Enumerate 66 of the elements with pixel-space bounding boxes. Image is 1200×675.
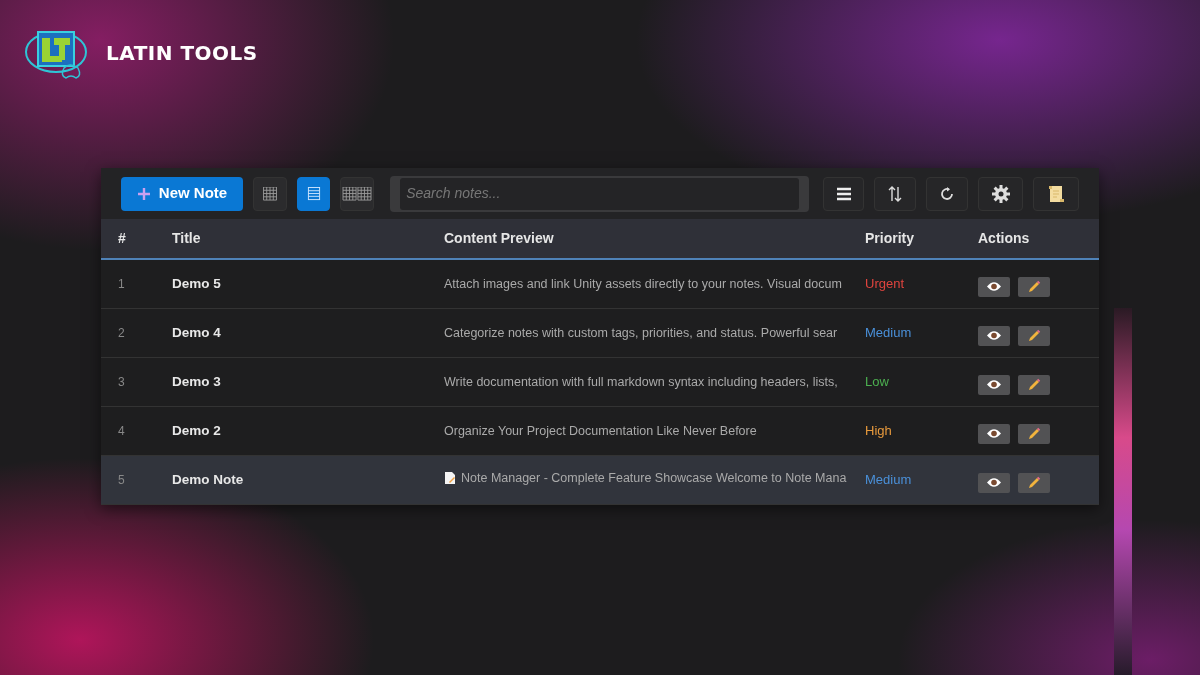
- pencil-icon: [1027, 426, 1041, 441]
- pencil-icon: [1027, 279, 1041, 294]
- toolbar-button[interactable]: [1033, 176, 1079, 211]
- view-toggle[interactable]: [253, 176, 287, 211]
- eye-icon: [986, 330, 1002, 341]
- content-preview: Attach images and link Unity assets directly to your notes. Visual docum: [444, 276, 842, 294]
- row-number: 1: [118, 277, 125, 292]
- eye-icon: [986, 477, 1002, 488]
- toolbar-button[interactable]: [977, 176, 1024, 211]
- table-row[interactable]: 2 Demo 4 Categorize notes with custom tags, priorities, and status. Powerful sear Medium: [101, 309, 1099, 358]
- column-header: #: [118, 230, 126, 246]
- column-header: Title: [172, 230, 201, 246]
- eye-icon: [986, 379, 1002, 390]
- pencil-icon: [1027, 328, 1041, 343]
- note-title: Demo Note: [172, 471, 244, 487]
- priority-label: High: [865, 423, 892, 439]
- edit-button[interactable]: [1018, 423, 1050, 444]
- view-button[interactable]: [978, 325, 1010, 346]
- settings-icon: [990, 183, 1011, 204]
- priority-label: Urgent: [865, 276, 905, 292]
- note-title: Demo 5: [172, 275, 221, 291]
- row-number: 5: [118, 473, 125, 488]
- view-button[interactable]: [978, 276, 1010, 297]
- row-number: 4: [118, 424, 125, 439]
- priority-label: Low: [865, 374, 889, 390]
- view-toggle[interactable]: [296, 176, 331, 211]
- list-icon: [306, 186, 321, 201]
- pencil-icon: [1027, 377, 1041, 392]
- eye-icon: [986, 281, 1002, 292]
- grid-icon: [262, 186, 277, 201]
- toolbar-button[interactable]: [822, 176, 865, 211]
- toolbar-button[interactable]: [874, 176, 917, 211]
- note-title: Demo 2: [172, 422, 221, 438]
- edit-button[interactable]: [1018, 472, 1050, 493]
- double-grid-icon: [342, 186, 373, 201]
- table-row[interactable]: 1 Demo 5 Attach images and link Unity assets directly to your notes. Visual docum Urgent: [101, 260, 1099, 309]
- priority-label: Medium: [865, 325, 912, 341]
- row-number: 2: [118, 326, 125, 341]
- content-preview: Categorize notes with custom tags, priorities, and status. Powerful sear: [444, 325, 838, 343]
- row-number: 3: [118, 375, 125, 390]
- eye-icon: [986, 428, 1002, 439]
- pencil-icon: [1027, 475, 1041, 490]
- content-preview: Note Manager - Complete Feature Showcase Welcome to Note Mana: [444, 469, 847, 488]
- toolbar-button[interactable]: [926, 176, 968, 211]
- view-toggle[interactable]: [340, 176, 375, 211]
- column-header: Content Preview: [444, 230, 554, 246]
- view-button[interactable]: [978, 374, 1010, 395]
- view-button[interactable]: [978, 423, 1010, 444]
- note-title: Demo 3: [172, 373, 221, 389]
- edit-button[interactable]: [1018, 325, 1050, 346]
- table-row[interactable]: 5 Demo Note Note Manager - Complete Feature Showcase Welcome to Note Mana Medium: [101, 456, 1099, 505]
- table-row[interactable]: 3 Demo 3 Write documentation with full markdown syntax including headers, lists, Low: [101, 358, 1099, 407]
- column-header: Actions: [978, 229, 1030, 248]
- note-title: Demo 4: [172, 324, 221, 340]
- content-preview: Organize Your Project Documentation Like Never Before: [444, 423, 757, 441]
- brand-name: LATIN TOOLS: [106, 40, 258, 67]
- edit-button[interactable]: [1018, 374, 1050, 395]
- scroll-icon: [1046, 183, 1067, 204]
- priority-label: Medium: [865, 472, 912, 488]
- column-header: Priority: [865, 230, 914, 246]
- plus-icon: [136, 186, 151, 201]
- edit-button[interactable]: [1018, 276, 1050, 297]
- new-note-button[interactable]: New Note: [121, 176, 244, 211]
- view-button[interactable]: [978, 472, 1010, 493]
- search-field[interactable]: Search notes...: [390, 175, 809, 212]
- content-preview: Write documentation with full markdown syntax including headers, lists,: [444, 374, 838, 392]
